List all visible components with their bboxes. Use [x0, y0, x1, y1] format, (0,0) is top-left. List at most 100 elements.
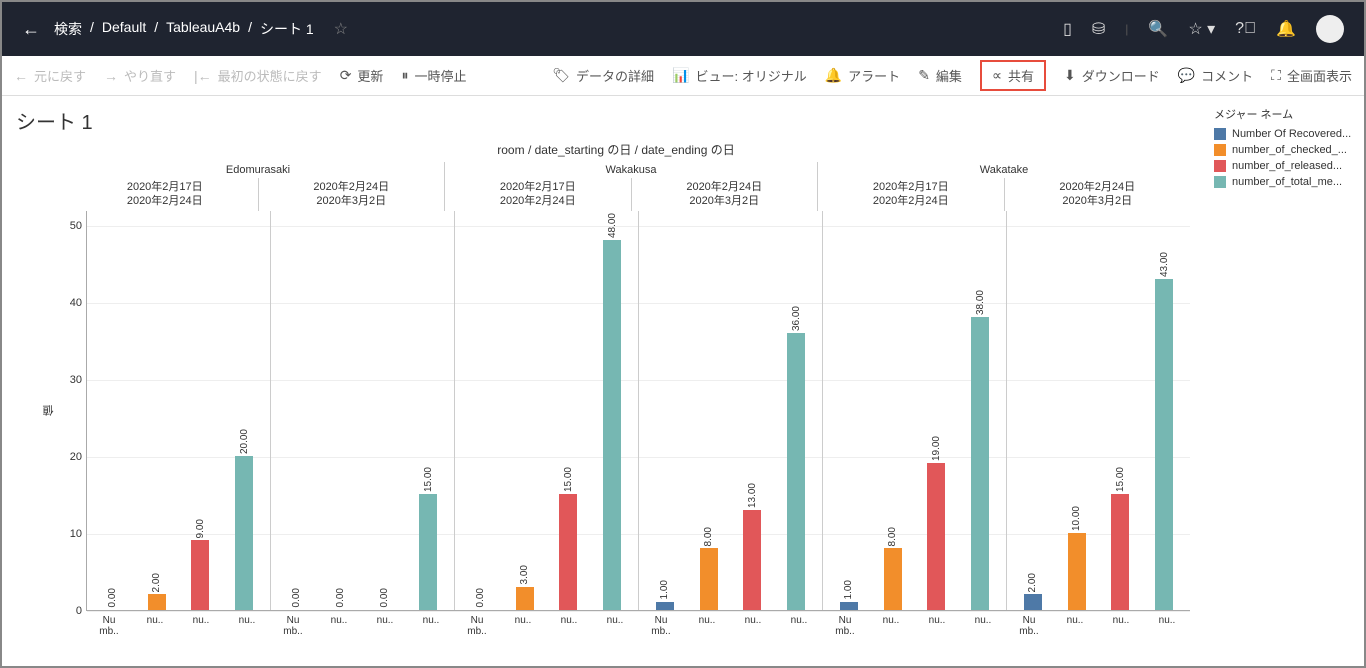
bar-value-label: 2.00	[1027, 573, 1038, 592]
bar[interactable]: 38.00	[971, 290, 989, 609]
comment-button[interactable]: 💬コメント	[1178, 66, 1253, 85]
chart-panel: 1.00 8.00 13.00 36.00	[639, 211, 823, 610]
room-header: Wakakusa	[445, 162, 818, 178]
bar-value-label: 43.00	[1159, 252, 1170, 277]
bar[interactable]: 48.00	[603, 213, 621, 609]
bar-value-label: 8.00	[887, 527, 898, 546]
chart-column-header: room / date_starting の日 / date_ending の日	[42, 141, 1190, 158]
main-area: シート 1 room / date_starting の日 / date_end…	[2, 96, 1364, 666]
breadcrumb-workbook[interactable]: TableauA4b	[166, 19, 240, 39]
bar-value-label: 19.00	[931, 436, 942, 461]
legend-swatch	[1214, 160, 1226, 172]
room-header: Wakatake	[818, 162, 1190, 178]
breadcrumb: 検索/ Default/ TableauA4b/ シート 1	[54, 19, 314, 39]
bar[interactable]: 15.00	[419, 467, 437, 609]
bar[interactable]: 20.00	[235, 429, 253, 610]
edit-button[interactable]: ✎編集	[918, 66, 962, 85]
y-axis: 01020304050	[56, 211, 86, 611]
x-category-label: nu..	[421, 615, 441, 637]
bar[interactable]: 43.00	[1155, 252, 1173, 610]
share-icon: ∝	[992, 67, 1002, 84]
data-details-button[interactable]: 🏷データの詳細	[552, 66, 654, 85]
date-header: 2020年2月17日2020年2月24日	[72, 178, 259, 211]
x-category-label: nu..	[1157, 615, 1177, 637]
x-category-label: nu..	[513, 615, 533, 637]
download-button[interactable]: ⬇ダウンロード	[1064, 66, 1160, 85]
undo-button[interactable]: ←元に戻す	[14, 66, 86, 85]
x-category-label: Numb..	[467, 615, 487, 637]
x-category-label: Numb..	[835, 615, 855, 637]
bar-value-label: 10.00	[1071, 506, 1082, 531]
share-button[interactable]: ∝共有	[980, 60, 1046, 91]
x-category-label: nu..	[145, 615, 165, 637]
legend-label: Number Of Recovered...	[1232, 128, 1351, 140]
x-axis: Numb..nu..nu..nu..Numb..nu..nu..nu..Numb…	[86, 611, 1190, 637]
bar-value-label: 38.00	[975, 290, 986, 315]
bar[interactable]: 15.00	[1111, 467, 1129, 609]
favorite-star-icon[interactable]: ☆	[334, 19, 348, 39]
y-tick: 0	[76, 605, 82, 617]
bar[interactable]: 1.00	[656, 580, 674, 609]
breadcrumb-sheet[interactable]: シート 1	[260, 19, 314, 39]
bar[interactable]: 36.00	[787, 306, 805, 610]
bar[interactable]: 15.00	[559, 467, 577, 609]
alert-icon: 🔔	[825, 67, 842, 84]
breadcrumb-project[interactable]: Default	[102, 19, 146, 39]
x-category-label: nu..	[697, 615, 717, 637]
bar-value-label: 0.00	[291, 588, 302, 607]
refresh-button[interactable]: ⟳更新	[340, 66, 384, 85]
bar[interactable]: 0.00	[332, 588, 350, 609]
help-icon[interactable]: ?⃝	[1235, 20, 1256, 38]
bar[interactable]: 10.00	[1068, 506, 1086, 610]
legend-item[interactable]: number_of_total_me...	[1214, 176, 1354, 188]
favorites-dropdown-icon[interactable]: ☆ ▾	[1188, 19, 1215, 39]
legend-item[interactable]: Number Of Recovered...	[1214, 128, 1354, 140]
legend-item[interactable]: number_of_checked_...	[1214, 144, 1354, 156]
viz-area: シート 1 room / date_starting の日 / date_end…	[2, 96, 1204, 666]
bar[interactable]: 9.00	[191, 519, 209, 610]
x-category-label: nu..	[973, 615, 993, 637]
y-axis-label: 値	[42, 211, 56, 611]
bar-value-label: 15.00	[1115, 467, 1126, 492]
chart-panel: 0.00 3.00 15.00 48.00	[455, 211, 639, 610]
bar[interactable]: 2.00	[1024, 573, 1042, 610]
alert-button[interactable]: 🔔アラート	[825, 66, 900, 85]
y-tick: 40	[70, 297, 82, 309]
breadcrumb-search[interactable]: 検索	[54, 19, 82, 39]
legend-item[interactable]: number_of_released...	[1214, 160, 1354, 172]
legend-panel: メジャー ネーム Number Of Recovered...number_of…	[1204, 96, 1364, 666]
pause-button[interactable]: ⏸一時停止	[401, 66, 466, 85]
bar[interactable]: 1.00	[840, 580, 858, 609]
undo-icon: ←	[14, 68, 28, 84]
bar[interactable]: 0.00	[375, 588, 393, 609]
redo-button[interactable]: →やり直す	[104, 66, 176, 85]
device-icon[interactable]: ▯	[1063, 19, 1072, 39]
room-header: Edomurasaki	[72, 162, 445, 178]
app-header: ← 検索/ Default/ TableauA4b/ シート 1 ☆ ▯ ⛁ |…	[2, 2, 1364, 56]
legend-swatch	[1214, 176, 1226, 188]
datasource-icon[interactable]: ⛁	[1092, 19, 1105, 39]
bar-value-label: 15.00	[423, 467, 434, 492]
bar[interactable]: 0.00	[472, 588, 490, 609]
bar[interactable]: 19.00	[927, 436, 945, 609]
notifications-icon[interactable]: 🔔	[1276, 19, 1296, 39]
view-button[interactable]: 📊ビュー: オリジナル	[672, 66, 807, 85]
back-arrow-icon[interactable]: ←	[22, 19, 40, 40]
bar[interactable]: 13.00	[743, 483, 761, 610]
bar[interactable]: 0.00	[104, 588, 122, 609]
bar[interactable]: 2.00	[148, 573, 166, 610]
pause-icon: ⏸	[401, 67, 408, 84]
bar[interactable]: 8.00	[700, 527, 718, 610]
avatar[interactable]	[1316, 15, 1344, 43]
fullscreen-button[interactable]: ⛶全画面表示	[1271, 66, 1352, 85]
bar[interactable]: 8.00	[884, 527, 902, 610]
x-category-label: nu..	[881, 615, 901, 637]
search-icon[interactable]: 🔍	[1148, 19, 1168, 39]
bar-value-label: 2.00	[151, 573, 162, 592]
bar-value-label: 0.00	[475, 588, 486, 607]
bar[interactable]: 3.00	[516, 565, 534, 610]
bar[interactable]: 0.00	[288, 588, 306, 609]
bar-value-label: 13.00	[747, 483, 758, 508]
revert-button[interactable]: |←最初の状態に戻す	[194, 66, 322, 85]
bar-value-label: 36.00	[791, 306, 802, 331]
